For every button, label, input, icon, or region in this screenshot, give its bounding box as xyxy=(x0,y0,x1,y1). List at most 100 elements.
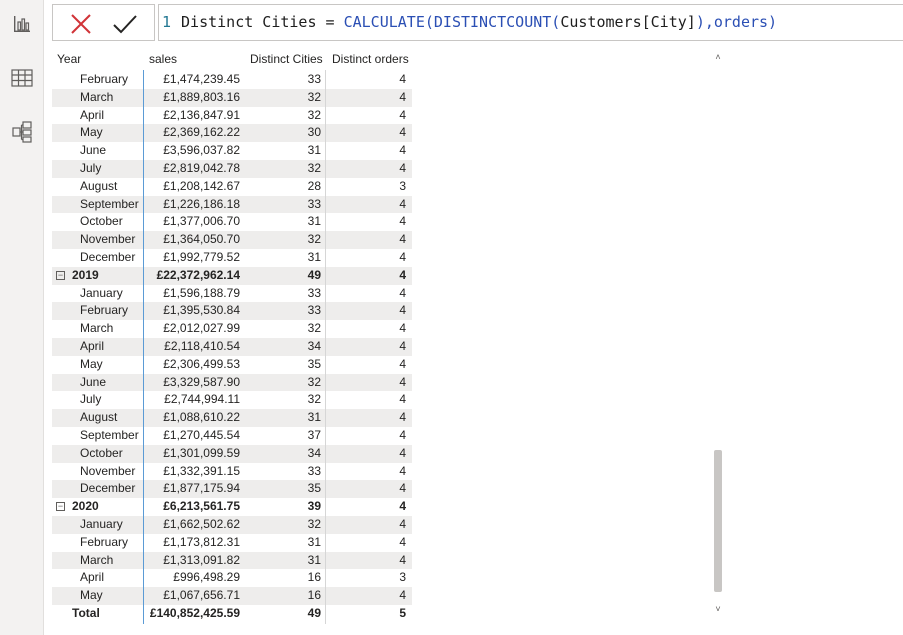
formula-editor[interactable]: 1 Distinct Cities = CALCULATE(DISTINCTCOU… xyxy=(158,4,903,41)
sales-value: £1,301,099.59 xyxy=(163,445,240,460)
table-row[interactable]: March £1,889,803.16 32 4 xyxy=(52,88,412,107)
distinct-orders-value: 4 xyxy=(399,410,406,425)
distinct-cities-value: 33 xyxy=(307,303,321,318)
table-row[interactable]: May £2,306,499.53 35 4 xyxy=(52,356,412,374)
collapse-icon[interactable]: − xyxy=(56,502,65,512)
commit-formula-button[interactable] xyxy=(111,11,139,37)
sales-value: £2,118,410.54 xyxy=(164,338,240,353)
table-row[interactable]: February £1,395,530.84 33 4 xyxy=(52,302,412,321)
distinct-orders-value: 4 xyxy=(399,160,406,175)
distinct-orders-value: 4 xyxy=(399,321,406,336)
measure-name: Distinct Cities xyxy=(181,13,317,31)
scroll-thumb[interactable] xyxy=(714,450,722,592)
table-row[interactable]: October £1,301,099.59 34 4 xyxy=(52,444,412,463)
table-row[interactable]: September £1,270,445.54 37 4 xyxy=(52,427,412,445)
distinct-orders-value: 4 xyxy=(399,463,406,478)
table-row[interactable]: July £2,819,042.78 32 4 xyxy=(52,159,412,178)
distinct-cities-value: 32 xyxy=(307,516,321,531)
distinct-cities-value: 32 xyxy=(307,232,321,247)
distinct-cities-value: 32 xyxy=(307,321,321,336)
table-row[interactable]: February £1,173,812.31 31 4 xyxy=(52,534,412,552)
table-row[interactable]: June £3,596,037.82 31 4 xyxy=(52,142,412,160)
table-row[interactable]: February £1,474,239.45 33 4 xyxy=(52,71,412,89)
distinct-orders-value: 4 xyxy=(399,232,406,247)
distinct-cities-value: 34 xyxy=(307,445,321,460)
row-label: February xyxy=(80,72,129,86)
sales-value: £1,208,142.67 xyxy=(163,178,240,193)
cancel-formula-button[interactable] xyxy=(67,11,95,37)
vertical-scrollbar[interactable]: ˄ ˅ xyxy=(714,48,722,618)
sales-value: £140,852,425.59 xyxy=(149,605,240,620)
row-label: April xyxy=(80,338,105,353)
row-label: December xyxy=(80,481,136,496)
table-row[interactable]: July £2,744,994.11 32 4 xyxy=(52,391,412,409)
distinct-cities-value: 16 xyxy=(307,570,321,585)
distinct-orders-value: 4 xyxy=(399,125,406,140)
checkmark-icon xyxy=(113,15,137,34)
sales-value: £2,012,027.99 xyxy=(163,321,240,336)
distinct-orders-value: 4 xyxy=(399,445,406,460)
row-label: March xyxy=(80,89,114,104)
distinct-orders-value: 4 xyxy=(399,107,406,122)
formula-tail: ),orders) xyxy=(695,13,778,31)
distinct-orders-value: 5 xyxy=(399,605,406,620)
sales-value: £1,377,006.70 xyxy=(163,214,240,229)
table-row[interactable]: October £1,377,006.70 31 4 xyxy=(52,213,412,231)
row-label: January xyxy=(80,516,123,531)
table-row[interactable]: August £1,208,142.67 28 3 xyxy=(52,178,412,196)
table-row[interactable]: November £1,364,050.70 32 4 xyxy=(52,231,412,249)
distinct-orders-value: 4 xyxy=(399,338,406,353)
total-row[interactable]: Total £140,852,425.59 49 5 xyxy=(52,605,412,623)
table-row[interactable]: December £1,992,779.52 31 4 xyxy=(52,249,412,267)
table-icon xyxy=(11,69,33,87)
table-row[interactable]: September £1,226,186.18 33 4 xyxy=(52,195,412,214)
distinct-orders-value: 4 xyxy=(399,499,406,514)
distinct-orders-value: 3 xyxy=(399,570,406,585)
year-row[interactable]: −2020 £6,213,561.75 39 4 xyxy=(52,498,412,516)
model-view-button[interactable] xyxy=(8,118,36,146)
header-distinct-orders[interactable]: Distinct orders xyxy=(332,52,409,66)
table-row[interactable]: April £2,118,410.54 34 4 xyxy=(52,337,412,356)
collapse-icon[interactable]: − xyxy=(56,270,65,280)
row-label: November xyxy=(80,463,136,478)
report-view-button[interactable] xyxy=(8,10,36,38)
sales-value: £1,662,502.62 xyxy=(163,516,240,531)
table-row[interactable]: November £1,332,391.15 33 4 xyxy=(52,463,412,481)
table-row[interactable]: August £1,088,610.22 31 4 xyxy=(52,409,412,427)
close-icon xyxy=(71,14,91,34)
table-row[interactable]: April £996,498.29 16 3 xyxy=(52,569,412,587)
row-label: 2020 xyxy=(72,499,99,514)
table-row[interactable]: April £2,136,847.91 32 4 xyxy=(52,107,412,125)
year-row[interactable]: −2019 £22,372,962.14 49 4 xyxy=(52,266,412,285)
table-body: February £1,474,239.45 33 4 March £1,889,803.… xyxy=(52,71,412,623)
table-row[interactable]: June £3,329,587.90 32 4 xyxy=(52,373,412,392)
table-row[interactable]: May £2,369,162.22 30 4 xyxy=(52,124,412,143)
scroll-up-icon[interactable]: ˄ xyxy=(713,52,723,62)
table-row[interactable]: March £1,313,091.82 31 4 xyxy=(52,551,412,570)
sales-value: £1,395,530.84 xyxy=(163,303,240,318)
distinct-cities-value: 31 xyxy=(307,249,321,264)
table-row[interactable]: March £2,012,027.99 32 4 xyxy=(52,320,412,338)
table-row[interactable]: January £1,662,502.62 32 4 xyxy=(52,515,412,534)
table-row[interactable]: May £1,067,656.71 16 4 xyxy=(52,587,412,605)
table-row[interactable]: January £1,596,188.79 33 4 xyxy=(52,285,412,303)
header-year[interactable]: Year xyxy=(57,52,81,66)
distinct-cities-value: 32 xyxy=(307,392,321,407)
table-row[interactable]: December £1,877,175.94 35 4 xyxy=(52,480,412,499)
data-view-button[interactable] xyxy=(8,64,36,92)
scroll-down-icon[interactable]: ˅ xyxy=(713,604,723,614)
sales-value: £1,313,091.82 xyxy=(163,552,240,567)
formula-bar: 1 Distinct Cities = CALCULATE(DISTINCTCOU… xyxy=(52,4,903,41)
row-label: May xyxy=(80,356,103,371)
sales-value: £3,596,037.82 xyxy=(163,143,240,158)
row-label: Total xyxy=(72,605,100,620)
distinct-cities-value: 31 xyxy=(307,552,321,567)
header-sales[interactable]: sales xyxy=(149,52,177,66)
header-distinct-cities[interactable]: Distinct Cities xyxy=(250,52,323,66)
distinct-orders-value: 4 xyxy=(399,267,406,282)
sales-value: £1,364,050.70 xyxy=(163,232,240,247)
row-label: June xyxy=(80,143,107,158)
column-divider xyxy=(325,70,326,624)
distinct-cities-value: 16 xyxy=(307,588,321,603)
row-label: June xyxy=(80,374,107,389)
